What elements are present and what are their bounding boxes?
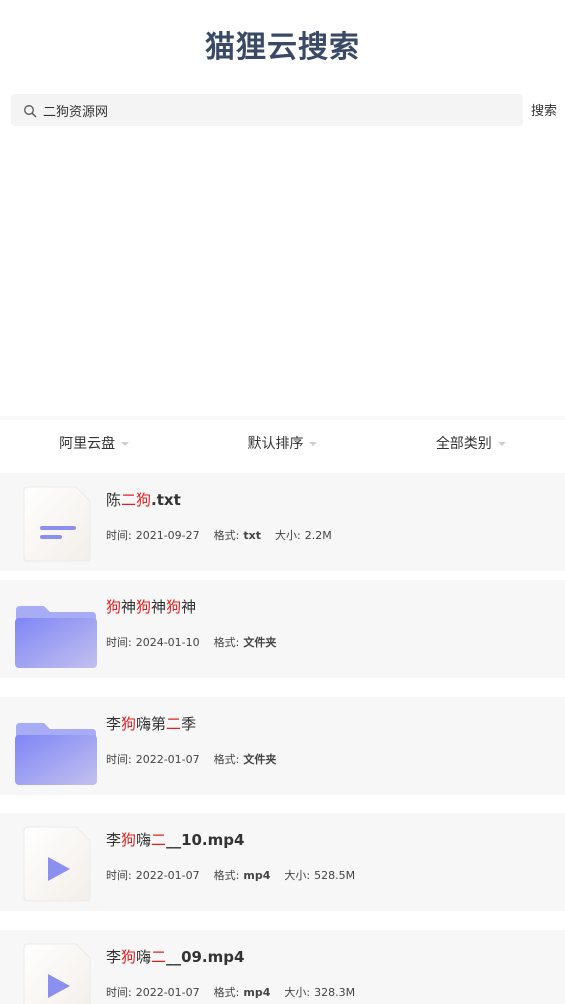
time-value: 2022-01-07 — [135, 986, 200, 999]
format-label: 格式: — [213, 529, 240, 542]
filter-label: 默认排序 — [247, 436, 304, 452]
name-segment: 嗨 — [136, 948, 152, 966]
name-highlight: 狗 — [136, 598, 152, 616]
time-value: 2022-01-07 — [135, 869, 200, 882]
result-meta: 时间: 2022-01-07 格式: mp4 大小: 328.3M — [106, 984, 359, 1000]
caret-down-icon — [497, 442, 506, 446]
name-segment: .txt — [151, 491, 181, 509]
result-name[interactable]: 李狗嗨二__09.mp4 — [106, 946, 244, 967]
size-value: 2.2M — [304, 529, 332, 542]
search-input[interactable] — [43, 96, 503, 124]
name-highlight: 狗 — [106, 598, 122, 616]
result-item[interactable]: 李狗嗨二__10.mp4 时间: 2022-01-07 格式: mp4 大小: 528.5M — [0, 813, 565, 911]
result-name[interactable]: 狗神狗神狗神 — [106, 596, 196, 617]
search-bar[interactable] — [11, 94, 523, 126]
format-label: 格式: — [213, 986, 240, 999]
time-label: 时间: — [106, 636, 132, 649]
time-value: 2022-01-07 — [135, 753, 200, 766]
name-segment: 神 — [151, 598, 167, 616]
filter-sort[interactable]: 默认排序 — [188, 420, 376, 466]
name-segment: 李 — [106, 831, 122, 849]
time-value: 2024-01-10 — [135, 636, 200, 649]
result-meta: 时间: 2022-01-07 格式: mp4 大小: 528.5M — [106, 867, 359, 883]
size-label: 大小: — [284, 986, 311, 999]
format-label: 格式: — [213, 869, 240, 882]
time-label: 时间: — [106, 986, 132, 999]
filter-bar: 阿里云盘 默认排序 全部类别 — [0, 416, 565, 466]
result-name[interactable]: 陈二狗.txt — [106, 489, 181, 510]
document-file-icon — [14, 483, 98, 563]
time-label: 时间: — [106, 753, 132, 766]
size-value: 328.3M — [314, 986, 356, 999]
name-segment: __10.mp4 — [166, 831, 245, 849]
format-value: 文件夹 — [243, 636, 277, 649]
video-file-icon — [14, 940, 98, 1004]
filter-cloud-drive[interactable]: 阿里云盘 — [0, 420, 188, 466]
app-title: 猫狸云搜索 — [205, 30, 360, 65]
time-label: 时间: — [106, 529, 132, 542]
filter-label: 阿里云盘 — [59, 436, 116, 452]
time-value: 2021-09-27 — [135, 529, 200, 542]
name-highlight: 狗 — [121, 715, 137, 733]
size-value: 528.5M — [314, 869, 356, 882]
name-segment: 嗨第 — [136, 715, 167, 733]
result-name[interactable]: 李狗嗨二__10.mp4 — [106, 829, 244, 850]
caret-down-icon — [309, 442, 318, 446]
format-value: mp4 — [243, 986, 271, 999]
result-meta: 时间: 2024-01-10 格式: 文件夹 — [106, 634, 280, 650]
name-segment: 神 — [181, 598, 197, 616]
folder-icon — [14, 709, 98, 789]
name-segment: 神 — [121, 598, 137, 616]
result-item[interactable]: 李狗嗨二__09.mp4 时间: 2022-01-07 格式: mp4 大小: 328.3M — [0, 930, 565, 1004]
name-highlight: 狗 — [121, 831, 137, 849]
result-item[interactable]: 狗神狗神狗神 时间: 2024-01-10 格式: 文件夹 — [0, 580, 565, 678]
name-segment: 李 — [106, 948, 122, 966]
result-meta: 时间: 2022-01-07 格式: 文件夹 — [106, 751, 280, 767]
search-icon — [23, 103, 37, 118]
folder-icon — [14, 592, 98, 672]
name-highlight: 二 — [151, 831, 167, 849]
name-segment: 嗨 — [136, 831, 152, 849]
time-label: 时间: — [106, 869, 132, 882]
name-segment: __09.mp4 — [166, 948, 245, 966]
format-label: 格式: — [213, 753, 240, 766]
result-meta: 时间: 2021-09-27 格式: txt 大小: 2.2M — [106, 527, 336, 543]
search-button[interactable]: 搜索 — [531, 100, 557, 119]
size-label: 大小: — [284, 869, 311, 882]
name-segment: 陈 — [106, 491, 122, 509]
name-highlight: 狗 — [121, 948, 137, 966]
name-highlight: 狗 — [166, 598, 182, 616]
name-highlight: 二 — [151, 948, 167, 966]
name-highlight: 二 — [166, 715, 182, 733]
result-item[interactable]: 陈二狗.txt 时间: 2021-09-27 格式: txt 大小: 2.2M — [0, 473, 565, 571]
caret-down-icon — [121, 442, 130, 446]
result-name[interactable]: 李狗嗨第二季 — [106, 713, 196, 734]
format-value: mp4 — [243, 869, 271, 882]
filter-label: 全部类别 — [435, 436, 492, 452]
result-item[interactable]: 李狗嗨第二季时间: 2022-01-07 格式: 文件夹 — [0, 697, 565, 795]
size-label: 大小: — [275, 529, 301, 542]
format-value: 文件夹 — [243, 753, 277, 766]
name-segment: 季 — [181, 715, 197, 733]
video-file-icon — [14, 823, 98, 903]
page: 猫狸云搜索 搜索 阿里云盘 默认排序 全部类别 陈二狗.txt时间:2021-0… — [0, 0, 565, 1004]
name-segment: 李 — [106, 715, 122, 733]
format-value: txt — [243, 529, 261, 542]
format-label: 格式: — [213, 636, 240, 649]
name-highlight: 二狗 — [121, 491, 152, 509]
filter-category[interactable]: 全部类别 — [377, 420, 565, 466]
